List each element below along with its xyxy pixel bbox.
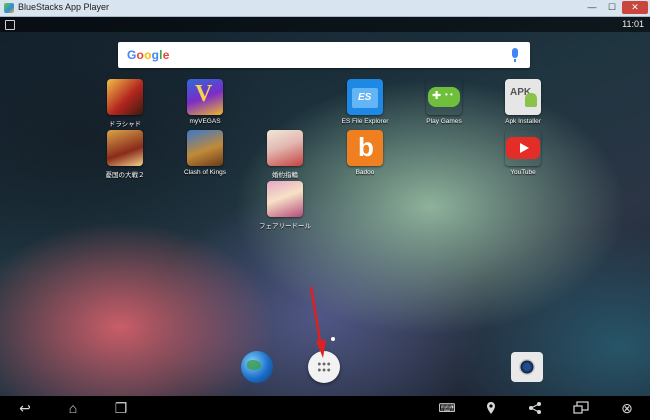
- home-icon: ⌂: [68, 400, 78, 416]
- keyboard-icon: ⌨: [438, 401, 456, 415]
- window-title-bar: BlueStacks App Player — ☐ ✕: [0, 0, 650, 17]
- location-pin-icon: [487, 402, 495, 414]
- window-title: BlueStacks App Player: [18, 2, 110, 12]
- screen-resize-icon: [573, 401, 589, 414]
- recent-apps-button[interactable]: ❐: [106, 396, 136, 420]
- minimize-button[interactable]: —: [582, 1, 602, 14]
- red-arrow-annotation: [309, 286, 326, 358]
- maximize-button[interactable]: ☐: [602, 1, 622, 14]
- share-icon: [529, 402, 541, 414]
- navigation-bar: ↩ ⌂ ❐ ⌨ ⊗: [0, 396, 650, 420]
- android-home-screen: 11:01 Google ドラシャド V myVEGAS ES ES File …: [0, 17, 650, 420]
- home-button[interactable]: ⌂: [58, 396, 88, 420]
- back-button[interactable]: ↩: [10, 396, 40, 420]
- back-icon: ↩: [19, 400, 31, 416]
- screen-size-button[interactable]: [566, 396, 596, 420]
- close-app-button[interactable]: ⊗: [612, 396, 642, 420]
- close-circle-icon: ⊗: [621, 400, 633, 416]
- bluestacks-logo-icon: [4, 3, 14, 13]
- keyboard-button[interactable]: ⌨: [432, 396, 462, 420]
- location-button[interactable]: [476, 396, 506, 420]
- close-window-button[interactable]: ✕: [622, 1, 648, 14]
- share-button[interactable]: [520, 396, 550, 420]
- recent-apps-icon: ❐: [114, 400, 128, 416]
